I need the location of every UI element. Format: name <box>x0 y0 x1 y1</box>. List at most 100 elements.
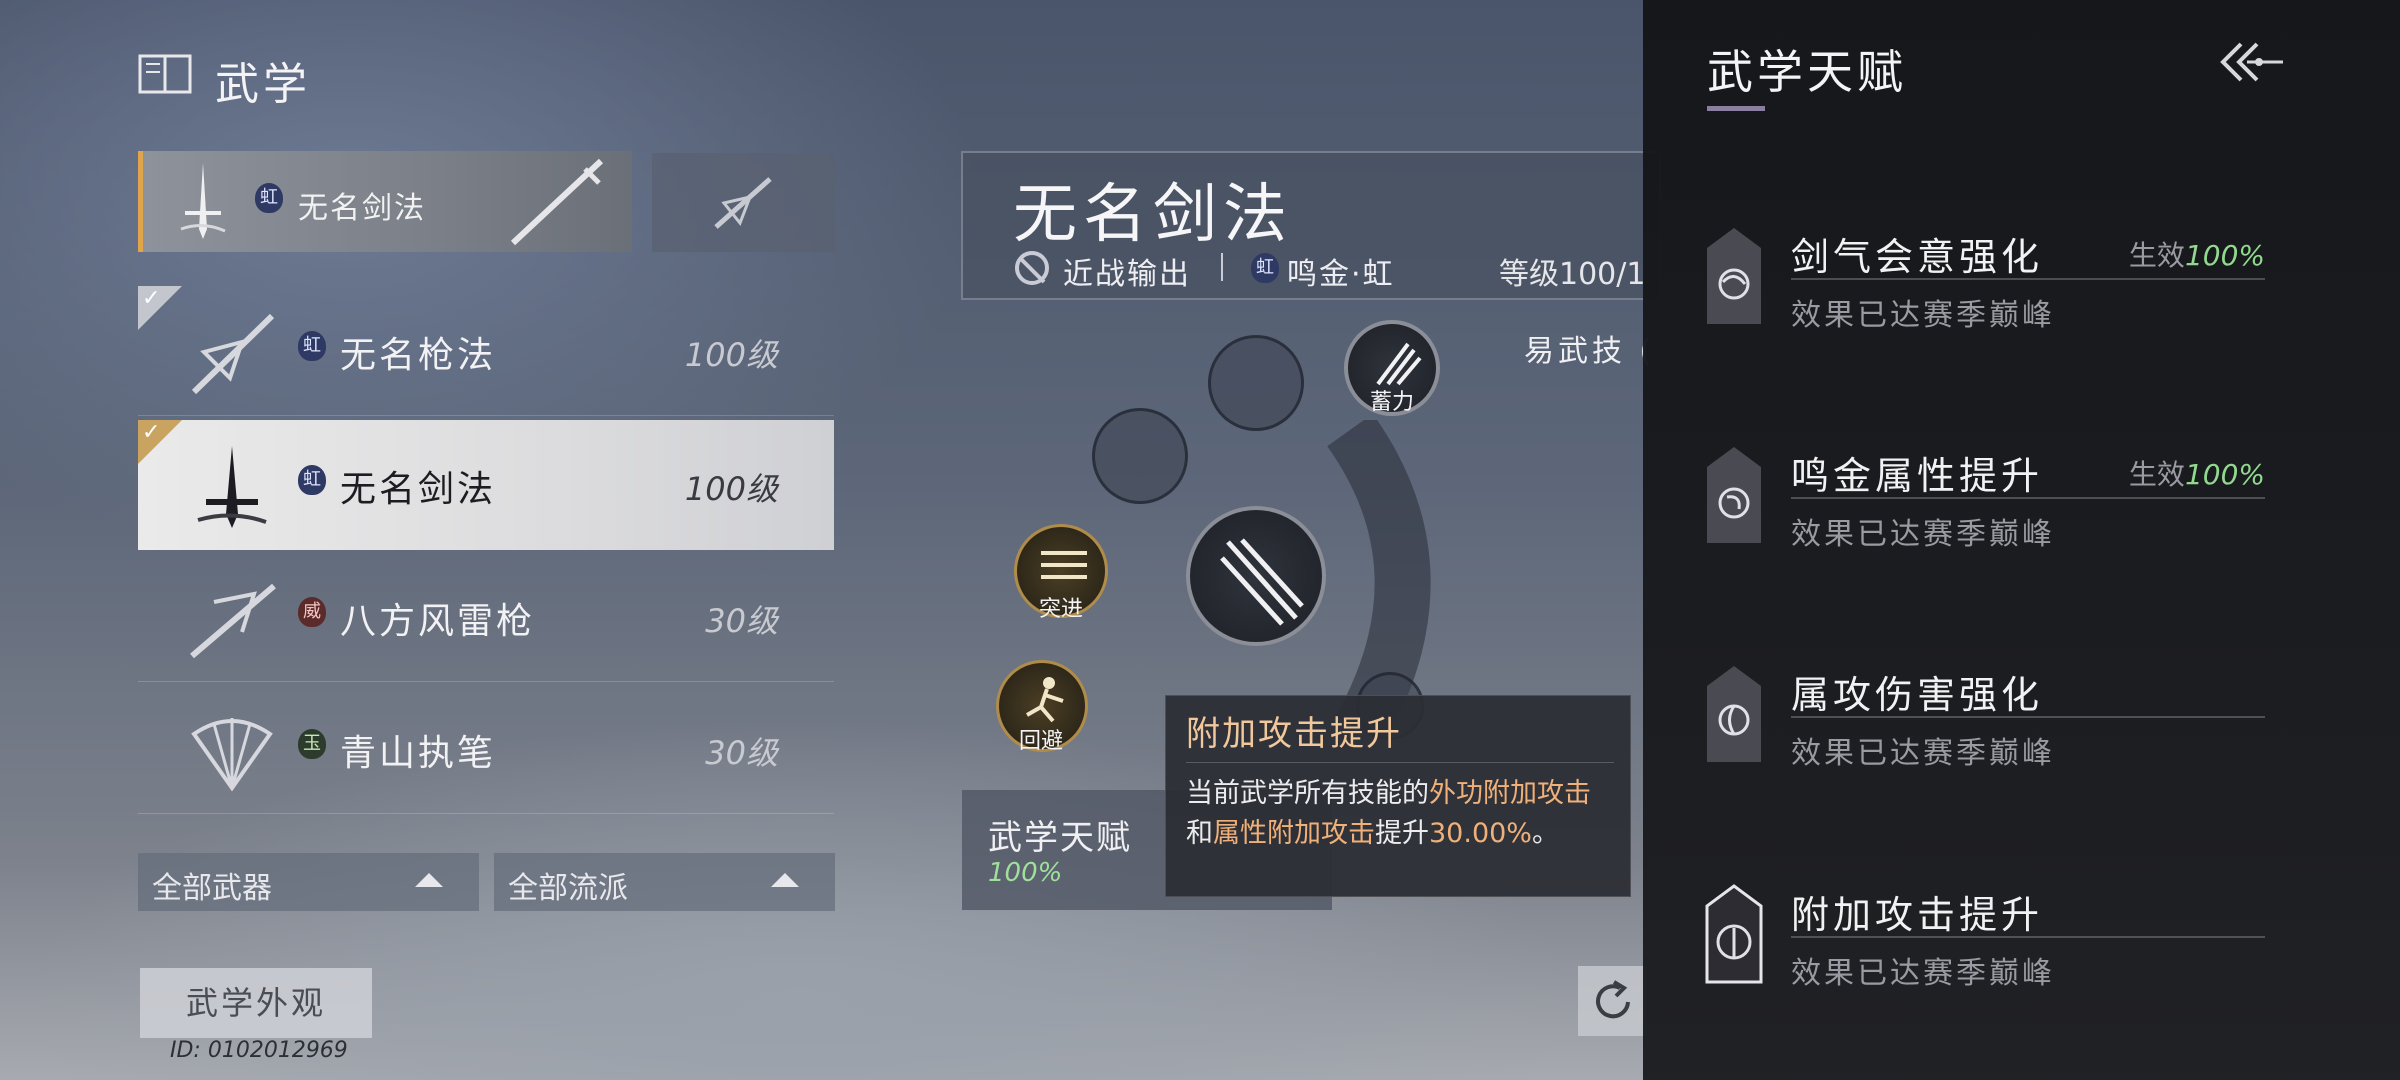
tooltip-title: 附加攻击提升 <box>1186 714 1402 754</box>
talent-gem-icon <box>1705 884 1763 984</box>
list-item[interactable]: ✓ 虹 无名剑法 100级 <box>138 420 834 550</box>
talent-summary-value: 100% <box>988 858 1063 888</box>
talent-desc: 效果已达赛季巅峰 <box>1791 956 2055 991</box>
book-icon <box>138 54 192 94</box>
status-label: 生效 <box>2128 239 2185 272</box>
talent-name: 剑气会意强化 <box>1791 235 2044 279</box>
charge-skill-slot[interactable]: 蓄力 <box>1344 320 1440 416</box>
skill-name: 八方风雷枪 <box>340 601 536 642</box>
talent-item[interactable]: 附加攻击提升 效果已达赛季巅峰 <box>1705 884 2265 1004</box>
talent-desc: 效果已达赛季巅峰 <box>1791 298 2055 333</box>
talent-status: 生效100% <box>2129 453 2265 493</box>
skill-name: 青山执笔 <box>340 733 497 774</box>
back-arrow-icon[interactable] <box>2217 40 2289 84</box>
refresh-icon <box>1596 980 1630 1019</box>
main-skill-slot[interactable] <box>1186 506 1326 646</box>
page-title: 武学 <box>215 59 311 110</box>
school-filter-label: 全部流派 <box>508 871 628 906</box>
sword-slash-icon <box>1220 538 1304 626</box>
sword-icon <box>197 446 267 528</box>
divider <box>1791 497 2265 499</box>
easy-skill-label[interactable]: 易武技 ( <box>1524 326 1655 370</box>
player-id: ID: 0102012969 <box>170 1038 348 1063</box>
sword-icon <box>510 158 604 246</box>
list-item[interactable]: ✓ 虹 无名枪法 100级 <box>138 286 834 416</box>
rarity-badge: 虹 <box>255 183 283 213</box>
appearance-button[interactable]: 武学外观 <box>140 968 372 1038</box>
rarity-badge: 虹 <box>298 331 326 361</box>
talent-item[interactable]: 剑气会意强化 生效100% 效果已达赛季巅峰 <box>1705 226 2265 346</box>
attr-badge: 虹 <box>1251 253 1279 283</box>
spear-icon <box>191 313 275 395</box>
swap-weapon-button[interactable] <box>652 153 835 252</box>
status-value: 100% <box>2184 239 2265 272</box>
talent-gem-icon <box>1707 666 1761 762</box>
skill-detail-name: 无名剑法 <box>1013 178 1293 252</box>
skill-level: 30级 <box>705 602 778 640</box>
tooltip-text: 和 <box>1186 818 1213 849</box>
skill-attribute: 鸣金·虹 <box>1287 257 1395 292</box>
rarity-badge: 玉 <box>298 729 326 759</box>
talent-gem-icon <box>1707 447 1761 543</box>
skill-level-progress: 等级100/1 <box>1499 257 1646 292</box>
talent-item[interactable]: 鸣金属性提升 生效100% 效果已达赛季巅峰 <box>1705 445 2265 565</box>
divider <box>1791 716 2265 718</box>
talent-item[interactable]: 属攻伤害强化 效果已达赛季巅峰 <box>1705 664 2265 784</box>
skill-detail-header: 无名剑法 近战输出 虹 鸣金·虹 等级100/1 <box>961 151 1661 300</box>
sword-emblem-icon <box>180 163 226 239</box>
dodge-skill-slot[interactable]: 回避 <box>996 660 1088 754</box>
tooltip-text: 提升 <box>1375 818 1429 849</box>
check-icon: ✓ <box>138 286 182 330</box>
skill-name: 无名枪法 <box>340 335 497 376</box>
talent-status: 生效100% <box>2129 234 2265 274</box>
skill-name: 无名剑法 <box>340 469 497 510</box>
rarity-badge: 威 <box>298 597 326 627</box>
skill-level: 100级 <box>684 470 778 508</box>
tooltip-highlight: 30.00% <box>1429 818 1532 849</box>
talent-summary-label: 武学天赋 <box>988 818 1132 858</box>
panel-title: 武学天赋 <box>1707 45 1907 99</box>
title-underline <box>1707 106 1765 111</box>
rarity-badge: 虹 <box>298 465 326 495</box>
reset-button[interactable] <box>1578 966 1646 1036</box>
divider <box>1186 762 1614 763</box>
divider <box>1791 936 2265 938</box>
dash-label: 突进 <box>1039 597 1084 622</box>
skill-level: 30级 <box>705 734 778 772</box>
talent-desc: 效果已达赛季巅峰 <box>1791 517 2055 552</box>
talent-name: 附加攻击提升 <box>1791 893 2044 937</box>
melee-icon <box>1015 251 1049 285</box>
dash-skill-slot[interactable]: 突进 <box>1014 524 1108 622</box>
talent-tooltip: 附加攻击提升 当前武学所有技能的外功附加攻击和属性附加攻击提升30.00%。 <box>1165 695 1631 897</box>
divider <box>1791 278 2265 280</box>
divider <box>1221 253 1223 281</box>
talent-name: 鸣金属性提升 <box>1791 454 2044 498</box>
school-filter-dropdown[interactable]: 全部流派 <box>494 853 835 911</box>
equipped-weapon-card[interactable]: 虹 无名剑法 <box>138 151 632 252</box>
dodge-label: 回避 <box>1019 729 1064 754</box>
list-item[interactable]: 威 八方风雷枪 30级 <box>138 552 834 682</box>
weapon-filter-dropdown[interactable]: 全部武器 <box>138 853 479 911</box>
talent-desc: 效果已达赛季巅峰 <box>1791 736 2055 771</box>
empty-skill-slot[interactable] <box>1092 408 1188 504</box>
charge-label: 蓄力 <box>1370 390 1415 415</box>
list-item[interactable]: 玉 青山执笔 30级 <box>138 684 834 814</box>
empty-skill-slot[interactable] <box>1208 335 1304 431</box>
dash-icon <box>1041 551 1087 579</box>
talent-panel: 武学天赋 剑气会意强化 生效100% 效果已达赛季巅峰 鸣金属性提升 生效100… <box>1643 0 2400 1080</box>
equipped-weapon-name: 无名剑法 <box>298 191 426 226</box>
tooltip-highlight: 外功附加攻击 <box>1429 778 1591 809</box>
tooltip-text: 当前武学所有技能的 <box>1186 778 1429 809</box>
check-icon: ✓ <box>138 420 182 464</box>
talent-name: 属攻伤害强化 <box>1791 673 2044 717</box>
status-value: 100% <box>2184 458 2265 491</box>
tooltip-body: 当前武学所有技能的外功附加攻击和属性附加攻击提升30.00%。 <box>1186 774 1616 854</box>
caret-up-icon <box>771 873 799 887</box>
dodge-icon <box>1026 677 1064 723</box>
fan-icon <box>191 718 273 792</box>
skill-role: 近战输出 <box>1063 257 1191 292</box>
skill-level: 100级 <box>684 336 778 374</box>
spear-emblem-icon <box>714 177 772 229</box>
claw-slash-icon <box>1376 342 1422 386</box>
status-label: 生效 <box>2128 458 2185 491</box>
